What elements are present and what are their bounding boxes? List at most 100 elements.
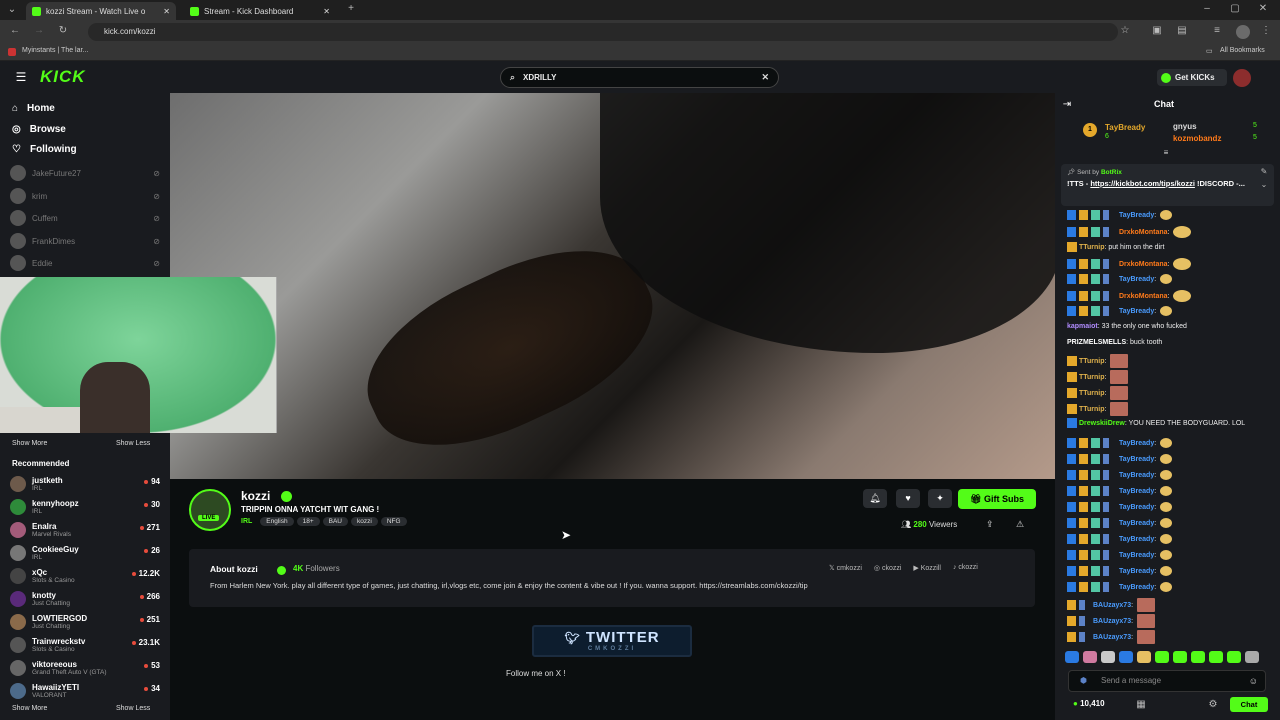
show-more-recommended[interactable]: Show More [12, 705, 47, 712]
chat-username[interactable]: BAUzayx73 [1093, 618, 1131, 625]
chat-username[interactable]: TayBready [1119, 568, 1154, 575]
close-window-icon[interactable]: ✕ [1256, 3, 1270, 14]
show-more-following[interactable]: Show More [12, 440, 47, 447]
channel-avatar[interactable] [189, 489, 231, 531]
nav-browse[interactable]: ◎ Browse [12, 124, 66, 135]
nav-following[interactable]: ♡ Following [12, 144, 77, 155]
top-gifter-name[interactable]: kozmobandz [1173, 134, 1221, 143]
chat-username[interactable]: TayBready [1119, 488, 1154, 495]
chat-username[interactable]: TayBready [1119, 472, 1154, 479]
chat-username[interactable]: BAUzayx73 [1093, 602, 1131, 609]
close-tab-icon[interactable]: ✕ [323, 7, 330, 16]
search-input[interactable]: ⌕ XDRILLY ✕ [500, 67, 779, 88]
chat-username[interactable]: DrxkoMontana [1119, 229, 1168, 236]
chat-username[interactable]: TTurnip [1079, 358, 1105, 365]
channel-name[interactable]: kozzi [241, 489, 270, 503]
chat-username[interactable]: BAUzayx73 [1093, 634, 1131, 641]
chat-username[interactable]: PRIZMELSMELLS [1067, 339, 1126, 346]
user-avatar[interactable] [1233, 69, 1251, 87]
close-tab-icon[interactable]: ✕ [163, 7, 170, 16]
tag[interactable]: 18+ [296, 517, 320, 526]
recommended-item[interactable]: xQc Slots & Casino 12.2K [10, 565, 160, 587]
chat-username[interactable]: TayBready [1119, 308, 1154, 315]
get-kicks-button[interactable]: Get KICKs [1157, 69, 1227, 86]
hamburger-menu-icon[interactable]: ☰ [14, 70, 28, 84]
chat-username[interactable]: TayBready [1119, 520, 1154, 527]
chat-username[interactable]: TayBready [1119, 552, 1154, 559]
recommended-item[interactable]: kennyhoopz IRL 30 [10, 496, 160, 518]
browser-tab-dashboard[interactable]: Stream - Kick Dashboard ✕ [184, 2, 336, 20]
chat-username[interactable]: TTurnip [1079, 244, 1105, 251]
recommended-item[interactable]: Trainwreckstv Slots & Casino 23.1K [10, 634, 160, 656]
tag[interactable]: NFG [380, 517, 407, 526]
browser-tab-kozzi[interactable]: kozzi Stream - Watch Live o ✕ [26, 2, 176, 20]
new-tab-icon[interactable]: + [344, 3, 358, 14]
chat-username[interactable]: TTurnip [1079, 374, 1105, 381]
pinned-link[interactable]: https://kickbot.com/tips/kozzi [1090, 179, 1195, 188]
follow-button[interactable]: ♥ [896, 489, 920, 508]
profile-avatar[interactable] [1236, 25, 1250, 39]
recommended-item[interactable]: Enalra Marvel Rivals 271 [10, 519, 160, 541]
chat-username[interactable]: DrxkoMontana [1119, 261, 1168, 268]
calendar-icon[interactable]: ▦ [1135, 699, 1147, 710]
chat-username[interactable]: TTurnip [1079, 406, 1105, 413]
chat-username[interactable]: TayBready [1119, 456, 1154, 463]
back-icon[interactable]: ← [8, 25, 22, 36]
emote-shortcut-icon[interactable] [1083, 651, 1097, 663]
category-link[interactable]: IRL [241, 518, 252, 525]
kicks-balance[interactable]: ● 10,410 [1073, 699, 1105, 708]
all-bookmarks-link[interactable]: All Bookmarks [1220, 47, 1265, 54]
following-item[interactable]: Cuffem ⊘ [10, 208, 160, 228]
browser-menu-icon[interactable]: ⋮ [1260, 25, 1272, 36]
following-item[interactable]: Eddie ⊘ [10, 253, 160, 273]
emote-shortcut-icon[interactable] [1245, 651, 1259, 663]
chat-username[interactable]: DrewskiiDrew [1079, 420, 1125, 427]
emote-shortcut-icon[interactable] [1065, 651, 1079, 663]
forward-icon[interactable]: → [32, 25, 46, 36]
tiktok-social-link[interactable]: ♪ ckozzi [953, 564, 978, 572]
nav-home[interactable]: ⌂ Home [12, 103, 55, 114]
gift-subs-button[interactable]: 🎁︎ Gift Subs [958, 489, 1036, 509]
chat-input[interactable]: ⬢ Send a message ☺ [1068, 670, 1266, 692]
clear-search-icon[interactable]: ✕ [761, 68, 769, 87]
instagram-social-link[interactable]: ◎ ckozzi [874, 564, 902, 572]
tag[interactable]: English [260, 517, 294, 526]
emote-shortcut-icon[interactable] [1227, 651, 1241, 663]
expand-leaderboard-icon[interactable]: ≡ [1160, 148, 1172, 157]
extension-icon[interactable]: ▣ [1150, 25, 1164, 36]
chat-username[interactable]: TayBready [1119, 212, 1154, 219]
emote-shortcut-icon[interactable] [1209, 651, 1223, 663]
chat-username[interactable]: DrxkoMontana [1119, 293, 1168, 300]
emote-shortcut-icon[interactable] [1155, 651, 1169, 663]
puzzle-icon[interactable]: ▤ [1175, 25, 1189, 36]
unpin-icon[interactable]: ✎ [1259, 167, 1269, 176]
top-gifter-name[interactable]: gnyus [1173, 122, 1197, 131]
expand-pinned-icon[interactable]: ⌄ [1259, 180, 1269, 189]
top-gifter-name[interactable]: TayBready [1105, 123, 1145, 132]
chat-username[interactable]: kapmaiot [1067, 323, 1098, 330]
x-social-link[interactable]: 𝕏 cmkozzi [829, 564, 862, 572]
video-player[interactable] [170, 93, 1060, 480]
chat-username[interactable]: TayBready [1119, 440, 1154, 447]
emote-shortcut-icon[interactable] [1101, 651, 1115, 663]
bookmark-star-icon[interactable]: ☆ [1118, 25, 1132, 36]
chat-username[interactable]: TayBready [1119, 584, 1154, 591]
url-field[interactable]: kick.com/kozzi [88, 23, 1118, 41]
kick-logo[interactable]: KICK [40, 67, 86, 87]
reload-icon[interactable]: ↻ [56, 25, 70, 36]
emote-shortcut-icon[interactable] [1191, 651, 1205, 663]
recommended-item[interactable]: knotty Just Chatting 266 [10, 588, 160, 610]
chat-username[interactable]: TayBready [1119, 276, 1154, 283]
collapse-chat-icon[interactable]: ⇥ [1061, 99, 1073, 110]
share-icon[interactable]: ⇪ [986, 519, 994, 530]
minimize-icon[interactable]: – [1200, 3, 1214, 14]
media-icon[interactable]: ≡ [1210, 25, 1224, 36]
show-less-following[interactable]: Show Less [116, 440, 150, 447]
bookmark-myinstants[interactable]: Myinstants | The lar... [22, 47, 88, 54]
following-item[interactable]: krim ⊘ [10, 186, 160, 206]
show-less-recommended[interactable]: Show Less [116, 705, 150, 712]
twitter-panel[interactable]: 🐦︎ TWITTER CMKOZZI [532, 625, 692, 657]
recommended-item[interactable]: justketh IRL 94 [10, 473, 160, 495]
recommended-item[interactable]: LOWTIERGOD Just Chatting 251 [10, 611, 160, 633]
emote-shortcut-icon[interactable] [1137, 651, 1151, 663]
